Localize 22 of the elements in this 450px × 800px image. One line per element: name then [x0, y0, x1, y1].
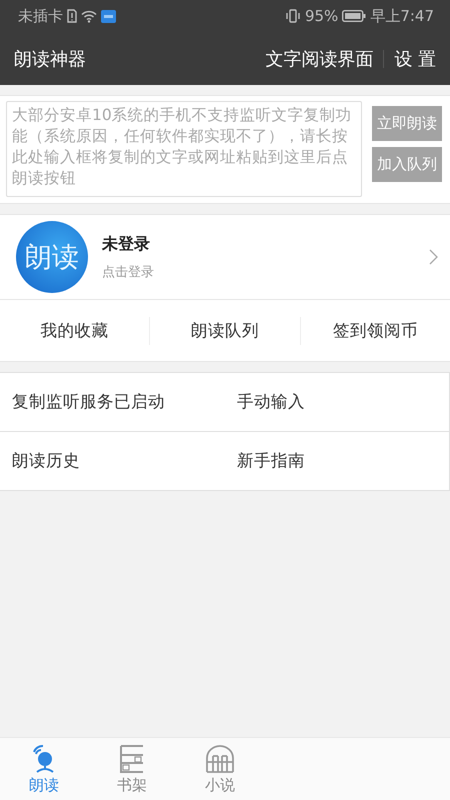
- clock-text: 早上7:47: [370, 6, 434, 26]
- user-name: 未登录: [102, 234, 151, 254]
- battery-percent: 95%: [304, 7, 338, 25]
- building-icon: [205, 744, 235, 774]
- nav-tab[interactable]: 朗读: [0, 738, 88, 800]
- toolbar-action[interactable]: 设 置: [384, 46, 436, 70]
- menu-item[interactable]: 新手指南: [225, 432, 450, 491]
- text-input-field[interactable]: 大部分安卓10系统的手机不支持监听文字复制功能（系统原因，任何软件都实现不了），请长按此处输入框将复制的文字或网址粘贴到这里后点朗读按钮: [6, 101, 362, 197]
- wifi-icon: [81, 10, 97, 22]
- app-title: 朗读神器: [14, 48, 87, 70]
- bookshelf-icon: [118, 744, 146, 774]
- toolbar-action[interactable]: 文字阅读界面: [255, 46, 384, 70]
- battery-icon: [342, 10, 366, 22]
- carrier-text: 未插卡: [18, 6, 63, 26]
- sim-icon: [67, 9, 77, 23]
- shortcut-button[interactable]: 朗读队列: [150, 300, 300, 361]
- shortcut-button[interactable]: 签到领阅币: [300, 300, 450, 361]
- shortcut-button[interactable]: 我的收藏: [0, 300, 150, 361]
- app-icon: [101, 10, 116, 22]
- menu-item[interactable]: 手动输入: [225, 373, 450, 432]
- vibrate-icon: [284, 9, 301, 23]
- chevron-right-icon[interactable]: [429, 249, 438, 265]
